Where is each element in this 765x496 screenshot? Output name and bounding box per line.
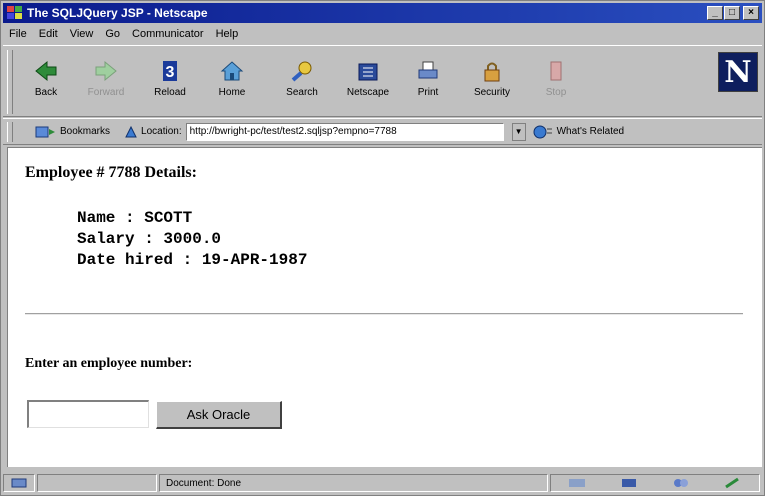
- location-toolbar: Bookmarks Location: http://bwright-pc/te…: [3, 118, 762, 145]
- component-tray: [550, 474, 760, 492]
- menu-bar: File Edit View Go Communicator Help: [3, 24, 762, 43]
- back-label: Back: [34, 87, 58, 98]
- discussions-tray-icon[interactable]: [671, 477, 691, 489]
- svg-text:3: 3: [166, 64, 175, 81]
- menu-file[interactable]: File: [9, 28, 27, 40]
- mail-tray-icon[interactable]: [619, 477, 639, 489]
- netscape-logo[interactable]: N: [718, 52, 758, 92]
- location-text: Location:: [141, 126, 182, 137]
- page-content: Employee # 7788 Details: Name : SCOTT Sal…: [7, 147, 762, 467]
- print-label: Print: [417, 87, 439, 98]
- composer-tray-icon[interactable]: [723, 477, 743, 489]
- menu-edit[interactable]: Edit: [39, 28, 58, 40]
- stop-button[interactable]: Stop: [527, 52, 585, 112]
- forward-label: Forward: [87, 87, 125, 98]
- security-label: Security: [473, 87, 511, 98]
- window-title: The SQLJQuery JSP - Netscape: [27, 6, 208, 20]
- security-status-cell[interactable]: [3, 474, 35, 492]
- menu-help[interactable]: Help: [216, 28, 239, 40]
- print-icon: [415, 58, 441, 84]
- back-button[interactable]: Back: [17, 52, 75, 112]
- toolbar-grip[interactable]: [7, 50, 13, 114]
- employee-number-prompt: Enter an employee number:: [25, 356, 193, 371]
- detail-salary: Salary : 3000.0: [77, 230, 222, 248]
- page-heading: Employee # 7788 Details:: [25, 164, 197, 181]
- security-lock-icon: [479, 58, 505, 84]
- employee-number-input[interactable]: [27, 400, 149, 428]
- navigator-tray-icon[interactable]: [567, 477, 587, 489]
- back-arrow-icon: [33, 58, 59, 84]
- detail-name: Name : SCOTT: [77, 209, 193, 227]
- bookmarks-button[interactable]: Bookmarks: [35, 125, 110, 139]
- menu-communicator[interactable]: Communicator: [132, 28, 204, 40]
- app-window-icon[interactable]: [7, 6, 23, 20]
- url-dropdown-button[interactable]: ▼: [511, 122, 526, 141]
- whats-related-label: What's Related: [556, 126, 625, 137]
- page-proxy-icon[interactable]: [124, 125, 138, 139]
- status-text: Document: Done: [159, 474, 548, 492]
- menu-view[interactable]: View: [70, 28, 94, 40]
- search-button[interactable]: Search: [273, 52, 331, 112]
- navigation-toolbar: Back Forward 3 Reload Home Search Netsca…: [3, 45, 762, 117]
- chevron-down-icon: ▼: [514, 127, 523, 136]
- forward-arrow-icon: [93, 58, 119, 84]
- bookmarks-label: Bookmarks: [60, 126, 111, 137]
- stop-icon: [543, 58, 569, 84]
- print-button[interactable]: Print: [399, 52, 457, 112]
- window-controls: _ □ ×: [707, 6, 759, 20]
- progress-cell: [37, 474, 157, 492]
- ask-oracle-button[interactable]: Ask Oracle: [156, 401, 282, 429]
- search-label: Search: [286, 87, 318, 98]
- menu-go[interactable]: Go: [105, 28, 120, 40]
- location-label: Location:: [124, 125, 182, 139]
- maximize-button[interactable]: □: [724, 6, 740, 20]
- connection-status-icon: [11, 476, 27, 491]
- employee-details: Name : SCOTT Salary : 3000.0 Date hired : …: [77, 208, 307, 271]
- whats-related-button[interactable]: What's Related: [532, 124, 625, 140]
- home-icon: [219, 58, 245, 84]
- minimize-button[interactable]: _: [707, 6, 723, 20]
- search-icon: [289, 58, 315, 84]
- status-bar: Document: Done: [3, 472, 762, 494]
- close-button[interactable]: ×: [743, 6, 759, 20]
- netscape-icon: [355, 58, 381, 84]
- url-input[interactable]: http://bwright-pc/test/test2.sqljsp?empn…: [185, 122, 504, 141]
- security-button[interactable]: Security: [463, 52, 521, 112]
- reload-label: Reload: [154, 87, 186, 98]
- netscape-button[interactable]: Netscape: [339, 52, 397, 112]
- bookmarks-icon: [35, 125, 57, 139]
- horizontal-rule: [25, 313, 743, 315]
- whats-related-icon: [532, 124, 554, 140]
- forward-button[interactable]: Forward: [77, 52, 135, 112]
- reload-icon: 3: [157, 58, 183, 84]
- location-toolbar-grip[interactable]: [7, 121, 13, 142]
- stop-label: Stop: [545, 87, 567, 98]
- home-button[interactable]: Home: [203, 52, 261, 112]
- detail-date-hired: Date hired : 19-APR-1987: [77, 251, 308, 269]
- home-label: Home: [218, 87, 246, 98]
- browser-window: The SQLJQuery JSP - Netscape _ □ × File …: [0, 0, 765, 496]
- reload-button[interactable]: 3 Reload: [141, 52, 199, 112]
- title-bar[interactable]: The SQLJQuery JSP - Netscape _ □ ×: [3, 3, 762, 23]
- netscape-label: Netscape: [346, 87, 390, 98]
